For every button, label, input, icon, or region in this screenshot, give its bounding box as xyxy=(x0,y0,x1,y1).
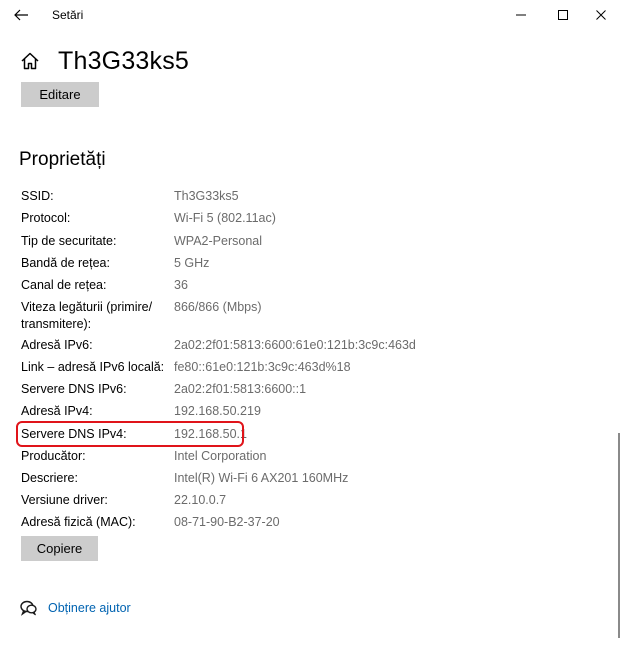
property-label: Viteza legăturii (primire/ transmitere): xyxy=(21,300,153,331)
ipv4-dns-highlight xyxy=(16,421,244,447)
property-label: Producător: xyxy=(21,449,86,463)
property-value: fe80::61e0:121b:3c9c:463d%18 xyxy=(174,360,351,374)
property-value: 36 xyxy=(174,278,188,292)
close-icon[interactable] xyxy=(593,7,609,23)
properties-title: Proprietăți xyxy=(19,149,106,170)
property-label: Adresă IPv4: xyxy=(21,404,93,418)
property-value: Th3G33ks5 xyxy=(174,189,239,203)
property-label: Adresă IPv6: xyxy=(21,338,93,352)
property-value: 2a02:2f01:5813:6600:61e0:121b:3c9c:463d xyxy=(174,338,416,352)
property-value: Wi-Fi 5 (802.11ac) xyxy=(174,211,276,225)
property-label: Protocol: xyxy=(21,211,71,225)
home-icon xyxy=(21,52,39,70)
chat-help-icon xyxy=(20,600,37,616)
get-help-link[interactable]: Obținere ajutor xyxy=(48,601,131,615)
property-label: Descriere: xyxy=(21,471,78,485)
property-label: Adresă fizică (MAC): xyxy=(21,515,136,529)
property-label: Canal de rețea: xyxy=(21,278,107,292)
window-title: Setări xyxy=(52,8,84,22)
property-label: Servere DNS IPv6: xyxy=(21,382,127,396)
back-arrow-icon[interactable] xyxy=(12,6,30,24)
scrollbar[interactable] xyxy=(618,433,620,638)
maximize-icon[interactable] xyxy=(555,7,571,23)
edit-button[interactable]: Editare xyxy=(21,82,99,107)
property-label: Link – adresă IPv6 locală: xyxy=(21,360,165,374)
property-value: WPA2-Personal xyxy=(174,234,262,248)
minimize-icon[interactable] xyxy=(513,7,529,23)
title-bar: Setări xyxy=(0,0,622,30)
property-value: 08-71-90-B2-37-20 xyxy=(174,515,280,529)
property-value: Intel(R) Wi-Fi 6 AX201 160MHz xyxy=(174,471,349,485)
property-label: SSID: xyxy=(21,189,54,203)
network-name: Th3G33ks5 xyxy=(58,47,190,75)
property-label: Bandă de rețea: xyxy=(21,256,110,270)
property-value: Intel Corporation xyxy=(174,449,267,463)
property-label: Versiune driver: xyxy=(21,493,108,507)
property-value: 2a02:2f01:5813:6600::1 xyxy=(174,382,307,396)
property-value: 5 GHz xyxy=(174,256,210,270)
property-value: 192.168.50.219 xyxy=(174,404,261,418)
property-value: 22.10.0.7 xyxy=(174,493,227,507)
property-value: 866/866 (Mbps) xyxy=(174,300,262,314)
property-label: Tip de securitate: xyxy=(21,234,117,248)
copy-button[interactable]: Copiere xyxy=(21,536,98,561)
